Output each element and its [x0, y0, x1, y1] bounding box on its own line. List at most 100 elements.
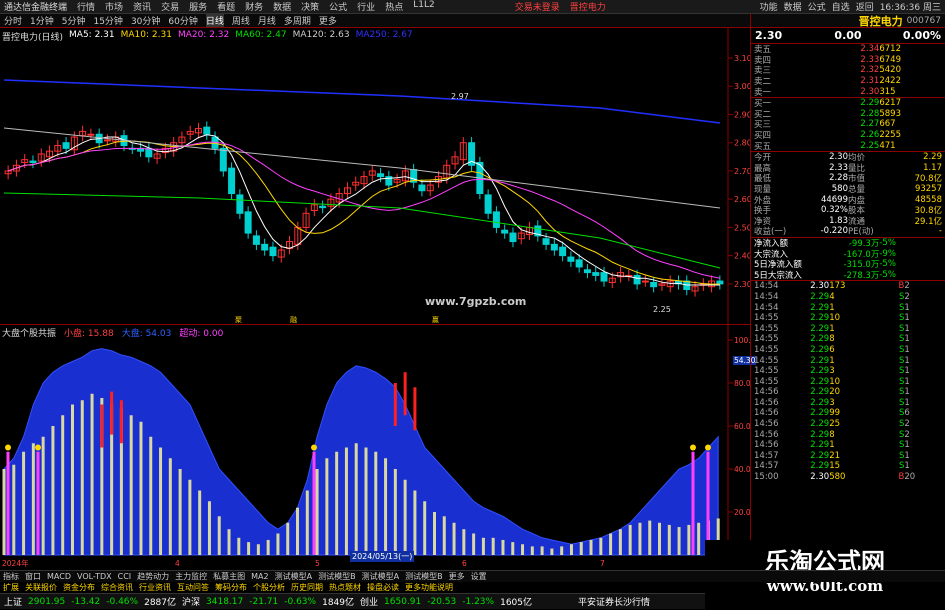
timeframe-tab[interactable]: 5分钟	[62, 14, 86, 27]
sell-row-cell: 2.30	[860, 86, 880, 97]
indicator-tab[interactable]: 主力监控	[175, 571, 207, 582]
sell-row-cell: 2.34	[860, 44, 880, 55]
extension-tab[interactable]: 行业资讯	[139, 582, 171, 593]
timeframe-tab[interactable]: 1分钟	[30, 14, 54, 27]
timeframe-tab[interactable]: 60分钟	[168, 14, 197, 27]
buy-row-cell: 2.26	[860, 130, 880, 141]
main-kline-chart[interactable]: 3.10 3.00 2.90 2.80 2.70 2.60 2.50 2.40 2.30 聚融赢 …	[0, 28, 752, 325]
tick-row-cell: 1	[904, 450, 910, 461]
right-menu-item[interactable]: 功能	[760, 0, 778, 13]
indicator-tab[interactable]: VOL-TDX	[77, 572, 112, 581]
indicator-tab[interactable]: CCI	[118, 572, 132, 581]
timeframe-tab[interactable]: 分时	[4, 14, 22, 27]
timeframe-tab[interactable]: 15分钟	[93, 14, 122, 27]
candle-body	[509, 232, 517, 243]
timeframe-tab[interactable]: 更多	[319, 14, 337, 27]
quote-panel: 晋控电力 000767 2.30 0.00 0.00% 卖五 2.34 6712 卖四…	[750, 14, 945, 570]
candle-body	[501, 229, 509, 234]
indicator-tab[interactable]: 私募主图	[213, 571, 245, 582]
tick-row: 14:54 2.30 173 B 2	[751, 281, 945, 292]
menu-item[interactable]: 交易	[161, 0, 179, 13]
indicator-large-cap: 大盘: 54.03	[121, 329, 172, 339]
sz-label: 沪深	[182, 598, 201, 608]
flow-row-cell: -278.3万	[843, 270, 880, 281]
menu-item[interactable]: 服务	[189, 0, 207, 13]
tick-row-cell: 2.29	[810, 344, 830, 355]
extension-tab[interactable]: 更多功能说明	[405, 582, 453, 593]
indicator-tick-label: 20.00	[734, 508, 750, 517]
indicator-tick-label: 60.00	[734, 422, 750, 431]
tick-row-cell: S	[898, 408, 905, 419]
cy-change: -20.53	[427, 596, 457, 607]
right-menu-item[interactable]: 数据	[784, 0, 802, 13]
extension-tab[interactable]: 个股分析	[253, 582, 285, 593]
indicator-tab[interactable]: 指标	[3, 571, 19, 582]
timeframe-tab[interactable]: 月线	[258, 14, 276, 27]
right-menu-item[interactable]: 返回	[856, 0, 874, 13]
extension-tab[interactable]: 资金分布	[63, 582, 95, 593]
indicator-tab[interactable]: 设置	[471, 571, 487, 582]
timeframe-tab[interactable]: 30分钟	[131, 14, 160, 27]
timeframe-tab[interactable]: 多周期	[284, 14, 311, 27]
right-menu-item[interactable]: 自选	[832, 0, 850, 13]
menu-item[interactable]: 数据	[273, 0, 291, 13]
sell-row-cell: 315	[879, 86, 896, 97]
tick-row-cell: 8	[829, 334, 835, 345]
indicator-tab[interactable]: MA2	[251, 572, 268, 581]
tick-row-cell: S	[898, 387, 905, 398]
extension-tab[interactable]: 扩展	[3, 582, 19, 593]
tick-row-cell: 2.29	[810, 461, 830, 472]
extension-tab[interactable]: 综合资讯	[101, 582, 133, 593]
menu-item[interactable]: 行业	[357, 0, 375, 13]
candle-body	[550, 243, 558, 251]
candle-body	[103, 139, 111, 142]
tick-row-cell: 14:56	[754, 387, 779, 398]
buy-row-cell: 买五	[754, 141, 772, 152]
extension-tab[interactable]: 关联报价	[25, 582, 57, 593]
indicator-tab[interactable]: 窗口	[25, 571, 41, 582]
timeframe-tab[interactable]: 周线	[232, 14, 250, 27]
buy-row-cell: 5893	[879, 108, 901, 119]
indicator-x-label: 7	[600, 559, 605, 568]
buy-row-cell: 667	[879, 119, 896, 130]
indicator-x-label: 6	[462, 559, 467, 568]
tick-row-cell: 1	[829, 323, 835, 334]
login-warning[interactable]: 交易未登录	[515, 0, 560, 13]
quote-price: 2.30	[755, 29, 783, 42]
indicator-tab[interactable]: 测试模型B	[318, 571, 356, 582]
menu-item[interactable]: 市场	[105, 0, 123, 13]
indicator-tab[interactable]: 测试模型B	[405, 571, 443, 582]
extension-tab[interactable]: 历史同期	[291, 582, 323, 593]
indicator-chart[interactable]: 100.00 80.00 60.00 40.00 20.00 2024年 4 5 6 7 大盘个股…	[0, 325, 760, 570]
sell-row-cell: 6749	[879, 54, 901, 65]
menu-item[interactable]: 决策	[301, 0, 319, 13]
menu-item[interactable]: 看题	[217, 0, 235, 13]
menu-item[interactable]: 公式	[329, 0, 347, 13]
timeframe-tab[interactable]: 日线	[205, 14, 224, 27]
extension-tab[interactable]: 热点题材	[329, 582, 361, 593]
extension-tab[interactable]: 操盘必读	[367, 582, 399, 593]
menu-item[interactable]: 行情	[77, 0, 95, 13]
extension-tab[interactable]: 筹码分布	[215, 582, 247, 593]
tick-row-cell: 2.29	[810, 408, 830, 419]
tick-row-cell: 2.29	[810, 355, 830, 366]
right-menu-item[interactable]: 公式	[808, 0, 826, 13]
tick-row-cell: S	[898, 291, 905, 302]
menu-item[interactable]: 财务	[245, 0, 263, 13]
tick-row-cell: 173	[829, 281, 846, 292]
indicator-tab[interactable]: 更多	[449, 571, 465, 582]
ma250-line	[3, 79, 721, 124]
tick-row: 14:57 2.29 15 S 1	[751, 461, 945, 472]
signal-marker: 融	[290, 315, 297, 324]
tick-row-cell: 1	[904, 334, 910, 345]
indicator-tab[interactable]: MACD	[47, 572, 71, 581]
indicator-tab[interactable]: 趋势动力	[137, 571, 169, 582]
menu-item[interactable]: 资讯	[133, 0, 151, 13]
menu-item[interactable]: 热点	[385, 0, 403, 13]
indicator-tab[interactable]: 测试模型A	[362, 571, 399, 582]
indicator-tab[interactable]: 测试模型A	[275, 571, 312, 582]
sh-amount: 2887亿	[144, 598, 176, 608]
menu-item[interactable]: L1L2	[413, 0, 434, 13]
extension-tab[interactable]: 互动问答	[177, 582, 209, 593]
quote-change: 0.00	[834, 29, 862, 42]
